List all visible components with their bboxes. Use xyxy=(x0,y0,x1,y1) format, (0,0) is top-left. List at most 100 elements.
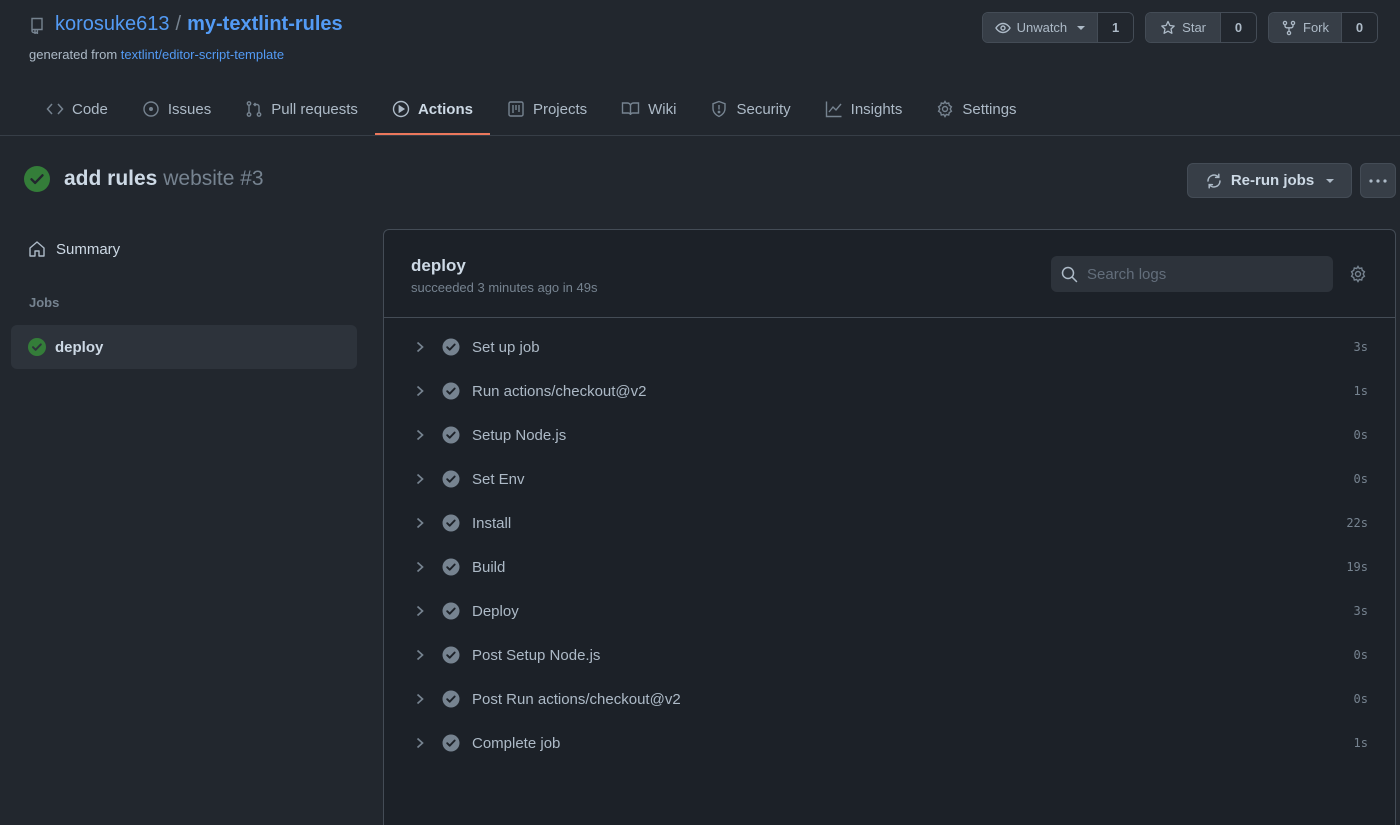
job-meta: succeeded 3 minutes ago in 49s xyxy=(411,280,598,295)
repo-header: korosuke613 / my-textlint-rules generate… xyxy=(0,0,1400,136)
chevron-right-icon xyxy=(414,384,426,398)
tab-issues[interactable]: Issues xyxy=(125,85,228,133)
success-check-icon xyxy=(28,338,46,356)
tab-label: Code xyxy=(72,100,108,118)
fork-icon xyxy=(1281,20,1297,36)
code-icon xyxy=(46,101,64,117)
issue-icon xyxy=(142,100,160,118)
job-header: deploy succeeded 3 minutes ago in 49s xyxy=(384,230,1395,318)
fork-button[interactable]: Fork xyxy=(1269,13,1342,42)
job-title: deploy xyxy=(411,256,466,275)
star-group: Star 0 xyxy=(1145,12,1257,43)
star-label: Star xyxy=(1182,20,1206,35)
step-row[interactable]: Install 22s xyxy=(384,501,1395,545)
sidebar-summary[interactable]: Summary xyxy=(28,240,120,258)
search-logs-input[interactable] xyxy=(1087,265,1317,283)
tab-security[interactable]: Security xyxy=(693,85,807,133)
tab-label: Insights xyxy=(850,100,903,118)
steps-list: Set up job 3s Run actions/checkout@v2 1s… xyxy=(384,318,1395,765)
chevron-right-icon xyxy=(414,560,426,574)
pull-request-icon xyxy=(245,100,263,118)
repo-actions: Unwatch 1 Star 0 Fork 0 xyxy=(981,12,1378,43)
project-icon xyxy=(507,100,525,118)
check-circle-icon xyxy=(442,338,460,356)
chevron-right-icon xyxy=(414,648,426,662)
generated-from: generated from textlint/editor-script-te… xyxy=(29,47,284,62)
step-duration: 1s xyxy=(1353,384,1368,398)
step-row[interactable]: Build 19s xyxy=(384,545,1395,589)
check-circle-icon xyxy=(442,690,460,708)
job-label: deploy xyxy=(55,338,104,356)
watch-group: Unwatch 1 xyxy=(981,12,1135,43)
step-row[interactable]: Run actions/checkout@v2 1s xyxy=(384,369,1395,413)
step-row[interactable]: Deploy 3s xyxy=(384,589,1395,633)
chevron-right-icon xyxy=(414,692,426,706)
tab-insights[interactable]: Insights xyxy=(808,85,920,133)
tab-settings[interactable]: Settings xyxy=(919,85,1033,133)
step-row[interactable]: Set up job 3s xyxy=(384,325,1395,369)
fork-count[interactable]: 0 xyxy=(1342,13,1377,42)
check-circle-icon xyxy=(442,602,460,620)
step-row[interactable]: Set Env 0s xyxy=(384,457,1395,501)
step-name: Complete job xyxy=(472,734,561,752)
tab-label: Settings xyxy=(962,100,1017,118)
step-row[interactable]: Complete job 1s xyxy=(384,721,1395,765)
tab-label: Pull requests xyxy=(271,100,358,118)
step-row[interactable]: Setup Node.js 0s xyxy=(384,413,1395,457)
fork-group: Fork 0 xyxy=(1268,12,1378,43)
chevron-right-icon xyxy=(414,472,426,486)
repo-icon xyxy=(29,16,45,34)
check-circle-icon xyxy=(442,734,460,752)
step-name: Set up job xyxy=(472,338,540,356)
step-name: Post Setup Node.js xyxy=(472,646,601,664)
star-button[interactable]: Star xyxy=(1146,13,1221,42)
tab-actions[interactable]: Actions xyxy=(374,85,490,135)
chevron-right-icon xyxy=(414,428,426,442)
step-duration: 3s xyxy=(1353,604,1368,618)
sidebar-job-deploy[interactable]: deploy xyxy=(11,325,357,369)
chevron-right-icon xyxy=(414,736,426,750)
step-duration: 0s xyxy=(1353,648,1368,662)
gear-icon xyxy=(936,100,954,118)
graph-icon xyxy=(825,100,843,118)
step-name: Setup Node.js xyxy=(472,426,567,444)
tab-projects[interactable]: Projects xyxy=(490,85,604,133)
template-link[interactable]: textlint/editor-script-template xyxy=(121,47,284,62)
tab-label: Issues xyxy=(167,100,212,118)
gear-icon[interactable] xyxy=(1349,265,1367,283)
run-title: add rules website #3 xyxy=(64,167,264,191)
search-icon xyxy=(1061,266,1078,283)
tab-label: Wiki xyxy=(648,100,677,118)
tab-label: Projects xyxy=(532,100,588,118)
rerun-jobs-button[interactable]: Re-run jobs xyxy=(1187,163,1352,198)
chevron-right-icon xyxy=(414,604,426,618)
home-icon xyxy=(28,240,46,258)
more-options-button[interactable] xyxy=(1360,163,1396,198)
tab-wiki[interactable]: Wiki xyxy=(604,85,693,133)
sync-icon xyxy=(1205,172,1223,190)
step-duration: 1s xyxy=(1353,736,1368,750)
unwatch-button[interactable]: Unwatch xyxy=(982,13,1099,42)
star-count[interactable]: 0 xyxy=(1221,13,1256,42)
run-commit-message: add rules xyxy=(64,167,158,190)
tab-pull-requests[interactable]: Pull requests xyxy=(228,85,375,133)
step-duration: 0s xyxy=(1353,472,1368,486)
step-name: Set Env xyxy=(472,470,525,488)
step-duration: 22s xyxy=(1346,516,1368,530)
tab-code[interactable]: Code xyxy=(29,85,125,133)
step-name: Deploy xyxy=(472,602,519,620)
repo-owner-link[interactable]: korosuke613 xyxy=(55,13,170,36)
generated-prefix: generated from xyxy=(29,47,118,62)
repo-name-link[interactable]: my-textlint-rules xyxy=(187,13,343,36)
book-icon xyxy=(621,100,640,118)
caret-down-icon xyxy=(1077,25,1086,30)
unwatch-label: Unwatch xyxy=(1016,20,1068,35)
step-row[interactable]: Post Setup Node.js 0s xyxy=(384,633,1395,677)
watch-count[interactable]: 1 xyxy=(1098,13,1134,42)
success-check-icon xyxy=(24,166,50,192)
step-duration: 0s xyxy=(1353,428,1368,442)
eye-icon xyxy=(994,20,1011,36)
step-name: Install xyxy=(472,514,512,532)
step-row[interactable]: Post Run actions/checkout@v2 0s xyxy=(384,677,1395,721)
search-logs-box xyxy=(1051,256,1333,292)
